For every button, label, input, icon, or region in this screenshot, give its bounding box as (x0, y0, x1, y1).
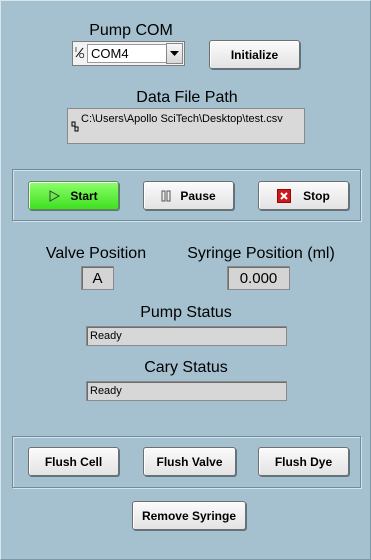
data-file-path-label: Data File Path (136, 89, 238, 106)
flush-dye-button[interactable]: Flush Dye (258, 447, 349, 476)
initialize-button-label: Initialize (230, 47, 279, 62)
valve-position-label: Valve Position (45, 245, 147, 262)
valve-position-indicator: A (81, 266, 114, 290)
flush-valve-button[interactable]: Flush Valve (143, 447, 236, 476)
svg-text:I: I (75, 47, 77, 54)
cary-status-field: Ready (86, 381, 287, 401)
remove-syringe-button-label: Remove Syringe (141, 508, 237, 523)
chevron-down-icon[interactable] (166, 43, 183, 64)
flush-cell-button[interactable]: Flush Cell (28, 447, 119, 476)
syringe-position-label: Syringe Position (ml) (187, 245, 335, 262)
initialize-button[interactable]: Initialize (209, 40, 300, 69)
pump-status-field: Ready (86, 326, 287, 346)
svg-text:O: O (79, 53, 85, 59)
flush-cell-button-label: Flush Cell (44, 454, 103, 469)
path-icon (71, 120, 79, 138)
pause-button-label: Pause (180, 188, 216, 203)
pump-status-label: Pump Status (140, 304, 232, 321)
flush-dye-button-label: Flush Dye (274, 454, 333, 469)
start-button[interactable]: Start (28, 181, 119, 210)
flush-valve-button-label: Flush Valve (156, 454, 223, 469)
pump-com-value[interactable]: COM4 (87, 44, 169, 63)
data-file-path-field[interactable]: C:\Users\Apollo SciTech\Desktop\test.csv (67, 108, 305, 144)
remove-syringe-button[interactable]: Remove Syringe (132, 501, 246, 530)
play-icon (49, 189, 61, 202)
stop-button-label: Stop (303, 188, 330, 203)
io-resource-icon: IO (75, 45, 85, 62)
cary-status-label: Cary Status (144, 359, 228, 376)
stop-icon (277, 188, 292, 203)
pump-com-select[interactable]: IO COM4 (72, 41, 185, 66)
syringe-position-indicator: 0.000 (227, 266, 290, 290)
pump-com-label: Pump COM (89, 22, 173, 39)
pause-icon (161, 190, 171, 202)
start-button-label: Start (70, 188, 98, 203)
stop-button[interactable]: Stop (258, 181, 349, 210)
data-file-path-value[interactable]: C:\Users\Apollo SciTech\Desktop\test.csv (81, 113, 283, 125)
pause-button[interactable]: Pause (143, 181, 234, 210)
